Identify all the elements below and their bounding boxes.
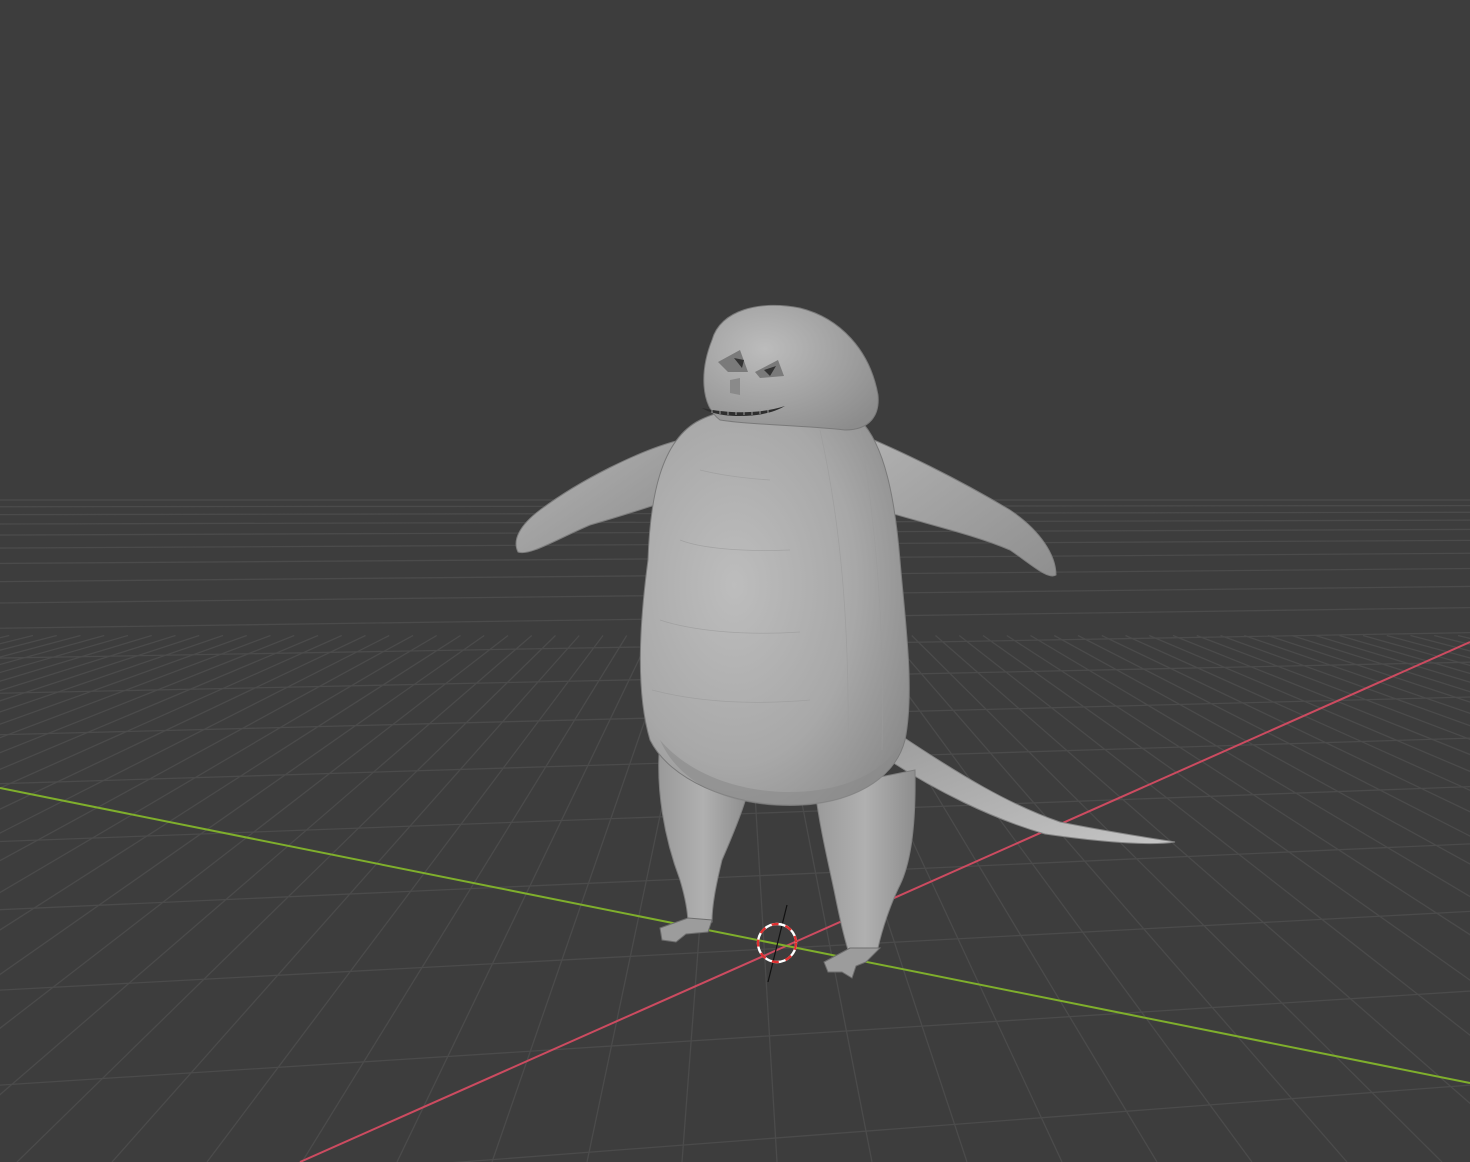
body-torso (639, 404, 910, 806)
nose (730, 378, 740, 395)
viewport-canvas[interactable] (0, 0, 1470, 1162)
3d-viewport[interactable] (0, 0, 1470, 1162)
